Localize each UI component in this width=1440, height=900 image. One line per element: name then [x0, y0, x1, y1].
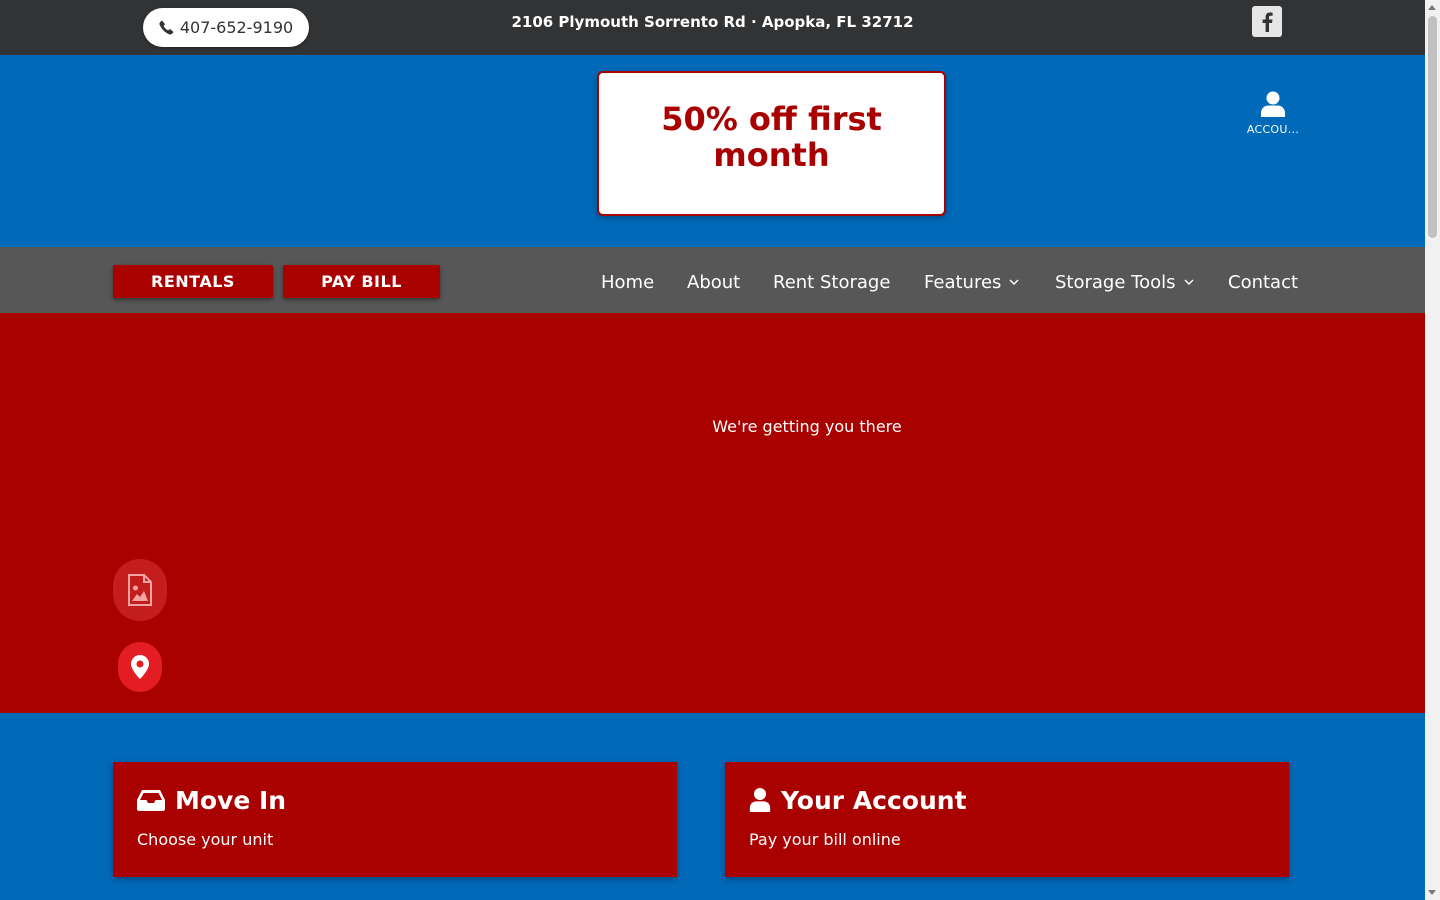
- user-icon: [749, 788, 771, 812]
- your-account-subtitle: Pay your bill online: [749, 830, 901, 849]
- nav-item-label: Storage Tools: [1055, 272, 1176, 293]
- hero-message: We're getting you there: [0, 417, 1440, 436]
- nav-item-storage-tools[interactable]: Storage Tools: [1055, 272, 1194, 293]
- hero-section: We're getting you there: [0, 313, 1425, 713]
- loading-text: We're getting you there: [712, 417, 902, 436]
- nav-item-label: About: [687, 272, 741, 293]
- promo-banner[interactable]: 50% off first month: [597, 71, 946, 216]
- nav-item-label: Contact: [1228, 272, 1299, 293]
- card-title-text: Move In: [175, 785, 287, 815]
- scroll-down-arrow[interactable]: [1428, 890, 1436, 895]
- nav-item-label: Home: [601, 272, 655, 293]
- file-image-icon: [128, 574, 152, 606]
- nav-item-home[interactable]: Home: [601, 272, 654, 293]
- nav-bar: RENTALS PAY BILL Home About Rent Storage…: [0, 247, 1425, 313]
- image-file-button[interactable]: [113, 559, 167, 621]
- map-marker-icon: [131, 655, 149, 679]
- page-scrollbar[interactable]: [1425, 0, 1440, 900]
- nav-item-label: Features: [924, 272, 1002, 293]
- move-in-title: Move In: [137, 784, 653, 816]
- nav-item-contact[interactable]: Contact: [1228, 272, 1298, 293]
- facebook-icon: [1262, 12, 1273, 32]
- chevron-down-icon: [1184, 279, 1193, 285]
- pay-bill-button[interactable]: PAY BILL: [283, 265, 440, 298]
- facebook-button[interactable]: [1252, 6, 1282, 37]
- promo-text: 50% off first month: [661, 100, 882, 174]
- top-bar: 407-652-9190 2106 Plymouth Sorrento Rd ·…: [0, 0, 1425, 55]
- user-icon: [1261, 91, 1285, 117]
- your-account-title: Your Account: [749, 784, 1265, 816]
- your-account-card[interactable]: Your Account Pay your bill online: [725, 762, 1289, 877]
- location-button[interactable]: [118, 642, 162, 692]
- scroll-thumb[interactable]: [1428, 16, 1437, 238]
- inbox-icon: [137, 790, 165, 811]
- nav-item-label: Rent Storage: [773, 272, 891, 293]
- move-in-card[interactable]: Move In Choose your unit: [113, 762, 677, 877]
- move-in-subtitle: Choose your unit: [137, 830, 274, 849]
- account-link[interactable]: ACCOU...: [1238, 91, 1308, 136]
- card-title-text: Your Account: [781, 785, 967, 815]
- header: 50% off first month ACCOU...: [0, 55, 1425, 247]
- scroll-up-arrow[interactable]: [1428, 5, 1436, 10]
- account-label: ACCOU...: [1246, 123, 1300, 136]
- address-text: 2106 Plymouth Sorrento Rd · Apopka, FL 3…: [511, 13, 914, 31]
- nav-item-about[interactable]: About: [687, 272, 740, 293]
- nav-item-features[interactable]: Features: [924, 272, 1019, 293]
- chevron-down-icon: [1009, 279, 1019, 285]
- rentals-button[interactable]: RENTALS: [113, 265, 273, 298]
- nav-item-rent-storage[interactable]: Rent Storage: [773, 272, 890, 293]
